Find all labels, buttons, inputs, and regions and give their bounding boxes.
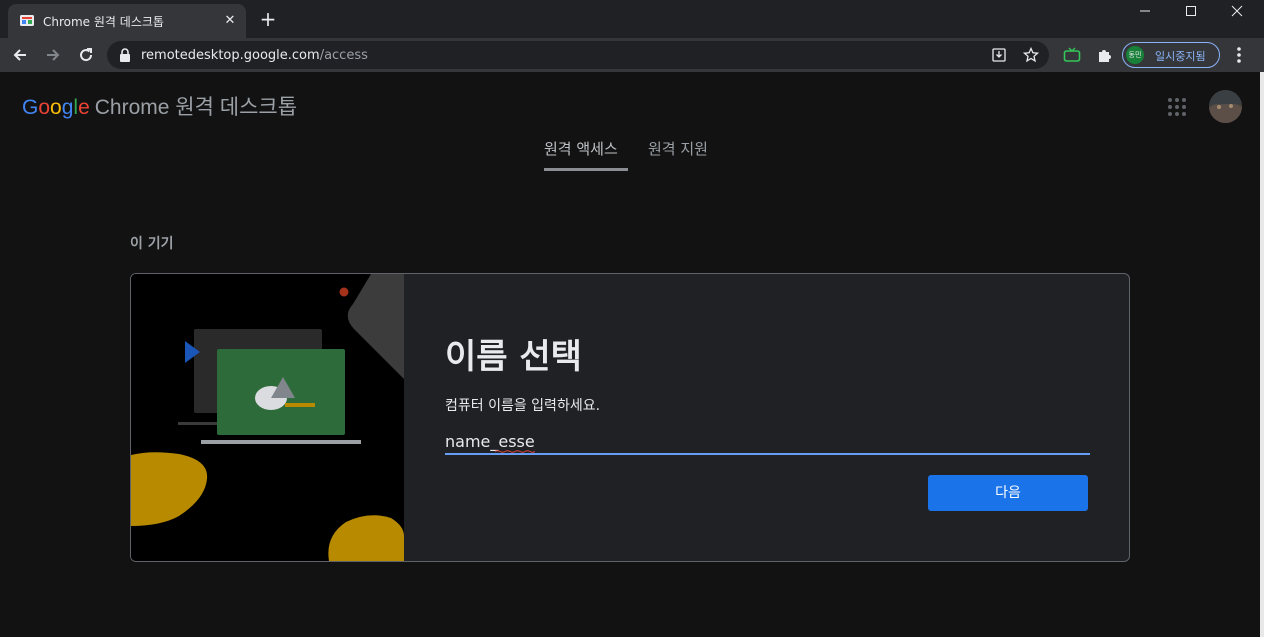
- tab-close-icon[interactable]: ✕: [222, 13, 238, 29]
- profile-avatar: 동민: [1126, 46, 1144, 64]
- page-content: GoogleChrome 원격 데스크톱 원격 액세스 원격 지원 이 기기: [0, 72, 1260, 637]
- bookmark-star-icon[interactable]: [1022, 46, 1040, 64]
- lock-icon: [120, 48, 130, 62]
- maximize-icon[interactable]: [1168, 0, 1214, 22]
- browser-toolbar: remotedesktop.google.com/access 동민 일시중지됨: [0, 38, 1264, 72]
- tab-remote-access[interactable]: 원격 액세스: [544, 138, 618, 172]
- spellcheck-underline: [495, 450, 535, 453]
- minimize-icon[interactable]: [1122, 0, 1168, 22]
- next-button[interactable]: 다음: [928, 475, 1088, 511]
- setup-card: 이름 선택 컴퓨터 이름을 입력하세요. 다음: [130, 273, 1130, 562]
- account-avatar[interactable]: [1209, 90, 1242, 123]
- url-text[interactable]: remotedesktop.google.com/access: [141, 48, 368, 63]
- computer-name-input[interactable]: [445, 429, 1090, 455]
- computer-illustration: [131, 274, 404, 561]
- remote-desktop-icon: [20, 15, 34, 26]
- new-tab-button[interactable]: +: [258, 9, 278, 29]
- install-app-icon[interactable]: [990, 46, 1008, 64]
- close-icon[interactable]: [1214, 0, 1260, 22]
- browser-tab[interactable]: Chrome 원격 데스크톱 ✕: [8, 4, 246, 38]
- kebab-menu-icon[interactable]: [1230, 45, 1248, 65]
- active-tab-indicator: [544, 168, 628, 171]
- tab-remote-support[interactable]: 원격 지원: [648, 138, 708, 172]
- tv-extension-icon[interactable]: [1062, 45, 1082, 65]
- back-arrow-icon[interactable]: [8, 43, 32, 67]
- section-title: 이 기기: [130, 236, 174, 252]
- address-bar[interactable]: remotedesktop.google.com/access: [107, 41, 1049, 69]
- profile-button[interactable]: 동민 일시중지됨: [1122, 42, 1220, 68]
- brand-logo[interactable]: Google Chrome 원격 데스크톱: [22, 91, 297, 121]
- tab-title: Chrome 원격 데스크톱: [43, 15, 164, 29]
- reload-icon[interactable]: [74, 43, 98, 67]
- puzzle-extensions-icon[interactable]: [1094, 45, 1114, 65]
- card-description: 컴퓨터 이름을 입력하세요.: [445, 398, 601, 414]
- scrollbar-edge: [1260, 72, 1264, 637]
- profile-status-label: 일시중지됨: [1155, 50, 1206, 63]
- tab-strip: Chrome 원격 데스크톱 ✕ +: [0, 0, 1264, 38]
- card-title: 이름 선택: [445, 337, 582, 377]
- apps-grid-icon[interactable]: [1167, 97, 1187, 117]
- forward-arrow-icon[interactable]: [41, 43, 65, 67]
